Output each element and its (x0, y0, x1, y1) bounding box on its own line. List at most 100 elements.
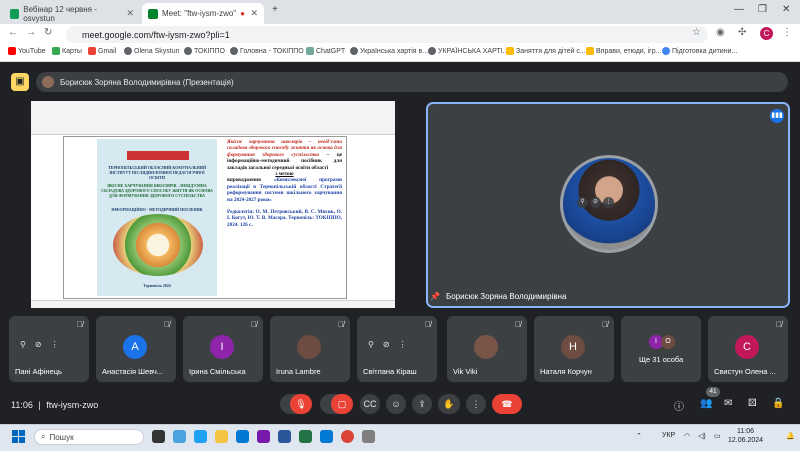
slide: ТЕРНОПІЛЬСЬКИЙ ОБЛАСНИЙ КОМУНАЛЬНИЙ ІНСТ… (63, 136, 347, 299)
pin-icon[interactable]: ⚲ (577, 197, 588, 208)
app-icon[interactable] (320, 430, 333, 443)
captions-button[interactable]: CC (360, 394, 380, 414)
battery-icon[interactable]: ▭ (714, 432, 721, 440)
bookmark-item[interactable]: Головна - ТОКІППО (230, 47, 304, 55)
back-icon[interactable]: ← (8, 27, 18, 38)
tab-meet[interactable]: Meet: "ftw-iysm-zwo" ● ✕ (142, 3, 264, 24)
app-icon[interactable] (362, 430, 375, 443)
more-participants-tile[interactable]: І О Ще 31 особа (621, 316, 701, 382)
bookmark-item[interactable]: Карты (52, 47, 82, 55)
participant-tile[interactable]: 🎙̸ ⚲ ⊘ ⋮ Пані Афінець (9, 316, 89, 382)
wifi-icon[interactable]: ◠ (684, 432, 690, 440)
bookmark-item[interactable]: Заняття для дітей с... (506, 47, 586, 55)
more-options-icon[interactable]: ⋮ (603, 197, 614, 208)
participant-name: Iruna Lambre (276, 367, 321, 376)
cover-logo (127, 151, 189, 160)
word-icon[interactable] (278, 430, 291, 443)
app-icon[interactable] (257, 430, 270, 443)
window-close-button[interactable]: ✕ (782, 4, 790, 15)
bookmark-item[interactable]: Olena Skystun (124, 47, 180, 55)
file-explorer-icon[interactable] (215, 430, 228, 443)
bookmark-item[interactable]: Gmail (88, 47, 116, 55)
extension-icon[interactable]: ◉ (716, 27, 725, 38)
pin-icon[interactable]: ⚲ (20, 340, 26, 349)
bookmark-item[interactable]: Вправи, етюди, ігр... (586, 47, 661, 55)
close-icon[interactable]: ✕ (126, 8, 134, 19)
tile-controls: ⚲ ⊘ ⋮ (20, 340, 59, 349)
mic-off-icon: 🎙̸ (602, 320, 608, 329)
participant-tile[interactable]: 🎙̸ Iruna Lambre (270, 316, 350, 382)
participant-tile[interactable]: 🎙̸ Vik Viki (447, 316, 527, 382)
cover-title: ЯКІСНЕ ХАРЧУВАННЯ ШКОЛЯРІВ – НЕВІД'ЄМНА … (101, 183, 213, 198)
language-indicator[interactable]: УКР (662, 432, 675, 439)
mute-tile-icon[interactable]: ⊘ (35, 340, 42, 349)
speaking-indicator-icon: ▮▮▮ (770, 109, 784, 123)
mic-off-button[interactable]: 🎙 (290, 394, 312, 414)
cover-org: ТЕРНОПІЛЬСЬКИЙ ОБЛАСНИЙ КОМУНАЛЬНИЙ ІНСТ… (108, 165, 206, 180)
leave-call-button[interactable]: ☎ (492, 394, 522, 414)
bookmark-item[interactable]: Підготовка дитини... (662, 47, 737, 55)
task-view-icon[interactable] (152, 430, 165, 443)
edge-icon[interactable] (194, 430, 207, 443)
forward-icon[interactable]: → (26, 27, 36, 38)
tray-overflow-icon[interactable]: ⌃ (636, 432, 642, 440)
bookmark-item[interactable]: ChatGPT (306, 47, 345, 55)
raise-hand-button[interactable]: ✋ (438, 394, 460, 414)
maximize-button[interactable]: ❐ (758, 4, 767, 15)
menu-icon[interactable]: ⋮ (782, 27, 792, 38)
tab-webinar[interactable]: Вебінар 12 червня - osvystun ✕ (4, 3, 140, 24)
bookmark-item[interactable]: YouTube (8, 47, 46, 55)
avatar: І (210, 335, 234, 359)
excel-icon[interactable] (299, 430, 312, 443)
chrome-icon[interactable] (341, 430, 354, 443)
participant-tile[interactable]: 🎙̸ А Анастасія Шевч... (96, 316, 176, 382)
activities-icon[interactable]: ⚄ (748, 398, 757, 409)
url-text: meet.google.com/ftw-iysm-zwo?pli=1 (82, 29, 230, 40)
browser-tab-strip: Вебінар 12 червня - osvystun ✕ Meet: "ft… (0, 0, 800, 24)
chat-icon[interactable]: ✉ (724, 398, 732, 409)
participant-tile[interactable]: 🎙̸ Н Наталя Корчун (534, 316, 614, 382)
present-button[interactable]: ⇪ (412, 394, 432, 414)
pin-icon: 📌 (430, 292, 440, 301)
presentation-statusbar (31, 300, 395, 308)
host-controls-icon[interactable]: 🔒 (772, 398, 784, 409)
participant-tile[interactable]: 🎙̸ І Ірина Смільська (183, 316, 263, 382)
pin-icon[interactable]: ⚲ (368, 340, 374, 349)
participant-tile[interactable]: 🎙̸ С Свистун Олена ... (708, 316, 788, 382)
slide-text: Якісне харчування школярів – невід'ємна … (227, 139, 342, 228)
store-icon[interactable] (236, 430, 249, 443)
notifications-icon[interactable]: 🔔 (786, 432, 795, 440)
puzzle-icon[interactable]: ✣ (738, 27, 746, 38)
more-options-icon[interactable]: ⋮ (51, 340, 59, 349)
bookmark-item[interactable]: Українська хартія в... (350, 47, 428, 55)
mic-off-icon: 🎙̸ (251, 320, 257, 329)
windows-start-icon[interactable] (12, 430, 25, 443)
taskbar-search[interactable]: ⌕ Пошук (34, 429, 144, 445)
mic-off-icon: 🎙̸ (425, 320, 431, 329)
more-options-button[interactable]: ⋮ (466, 394, 486, 414)
widgets-icon[interactable] (173, 430, 186, 443)
info-icon[interactable]: ⓘ (674, 398, 684, 413)
search-icon: ⌕ (41, 432, 46, 441)
system-clock[interactable]: 11:06 12.06.2024 (728, 427, 763, 445)
mute-tile-icon[interactable]: ⊘ (383, 340, 390, 349)
bookmark-item[interactable]: УКРАЇНСЬКА ХАРТІ... (428, 47, 508, 55)
new-tab-button[interactable]: + (272, 4, 278, 15)
profile-avatar[interactable]: C (760, 27, 773, 40)
presenter-chip[interactable]: Борисюк Зоряна Володимирівна (Презентаці… (36, 72, 788, 92)
close-icon[interactable]: ✕ (250, 8, 258, 19)
bookmark-item[interactable]: ТОКІППО (184, 47, 225, 55)
people-icon[interactable]: 👥 (700, 398, 712, 409)
address-bar[interactable]: meet.google.com/ftw-iysm-zwo?pli=1 (66, 26, 708, 43)
emoji-button[interactable]: ☺ (386, 394, 406, 414)
participant-tile[interactable]: 🎙̸ ⚲ ⊘ ⋮ Світлана Кіраш (357, 316, 437, 382)
reload-icon[interactable]: ↻ (44, 27, 52, 38)
avatar: О (661, 335, 675, 349)
more-options-icon[interactable]: ⋮ (399, 340, 407, 349)
tile-controls: ⚲ ⊘ ⋮ (368, 340, 407, 349)
camera-off-button[interactable]: ▢ (331, 394, 353, 414)
minimize-button[interactable]: — (734, 4, 744, 15)
bookmark-star-icon[interactable]: ☆ (692, 27, 701, 38)
mute-tile-icon[interactable]: ⊘ (590, 197, 601, 208)
volume-icon[interactable]: ◁) (698, 432, 706, 440)
